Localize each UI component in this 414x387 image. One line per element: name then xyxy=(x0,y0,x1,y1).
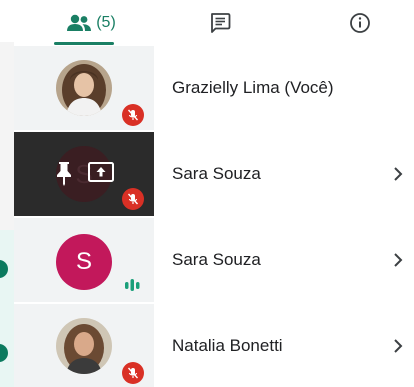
avatar xyxy=(56,318,112,374)
participant-name: Sara Souza xyxy=(172,250,261,269)
avatar: S xyxy=(56,234,112,290)
meet-participants-panel: (5) Grazielly Lima (Você) S Sara Souza S… xyxy=(0,0,414,387)
chat-icon xyxy=(209,12,231,34)
chevron-right-icon[interactable] xyxy=(392,132,404,216)
participant-name: Natalia Bonetti xyxy=(172,336,283,355)
participant-row[interactable]: S Sara Souza xyxy=(14,132,414,216)
participant-tile xyxy=(14,46,154,130)
participant-row[interactable]: Natalia Bonetti xyxy=(14,304,414,387)
mic-off-icon xyxy=(122,362,144,384)
participant-row[interactable]: S Sara Souza xyxy=(14,218,414,302)
present-screen-icon[interactable] xyxy=(88,162,114,189)
participant-row[interactable]: Grazielly Lima (Você) xyxy=(14,46,414,130)
participant-tile: S xyxy=(14,218,154,302)
participant-list: Grazielly Lima (Você) S Sara Souza S Sar… xyxy=(14,46,414,387)
participant-tile: S xyxy=(14,132,154,216)
audio-level-icon xyxy=(124,278,144,297)
people-count: (5) xyxy=(96,14,116,31)
tab-chat[interactable] xyxy=(184,0,256,46)
avatar xyxy=(56,60,112,116)
participant-name: Sara Souza xyxy=(172,164,261,183)
participant-tile xyxy=(14,304,154,387)
tab-info[interactable] xyxy=(330,0,390,46)
chevron-right-icon[interactable] xyxy=(392,304,404,387)
mic-off-icon xyxy=(122,104,144,126)
tab-people[interactable]: (5) xyxy=(50,0,132,46)
pin-icon[interactable] xyxy=(54,160,74,191)
participant-name: Grazielly Lima (Você) xyxy=(172,78,334,97)
mic-off-icon xyxy=(122,188,144,210)
panel-tabs: (5) xyxy=(14,0,414,47)
chevron-right-icon[interactable] xyxy=(392,218,404,302)
meeting-background-strip xyxy=(0,0,14,387)
people-icon xyxy=(66,13,92,33)
active-tab-indicator xyxy=(54,42,114,45)
info-icon xyxy=(349,12,371,34)
